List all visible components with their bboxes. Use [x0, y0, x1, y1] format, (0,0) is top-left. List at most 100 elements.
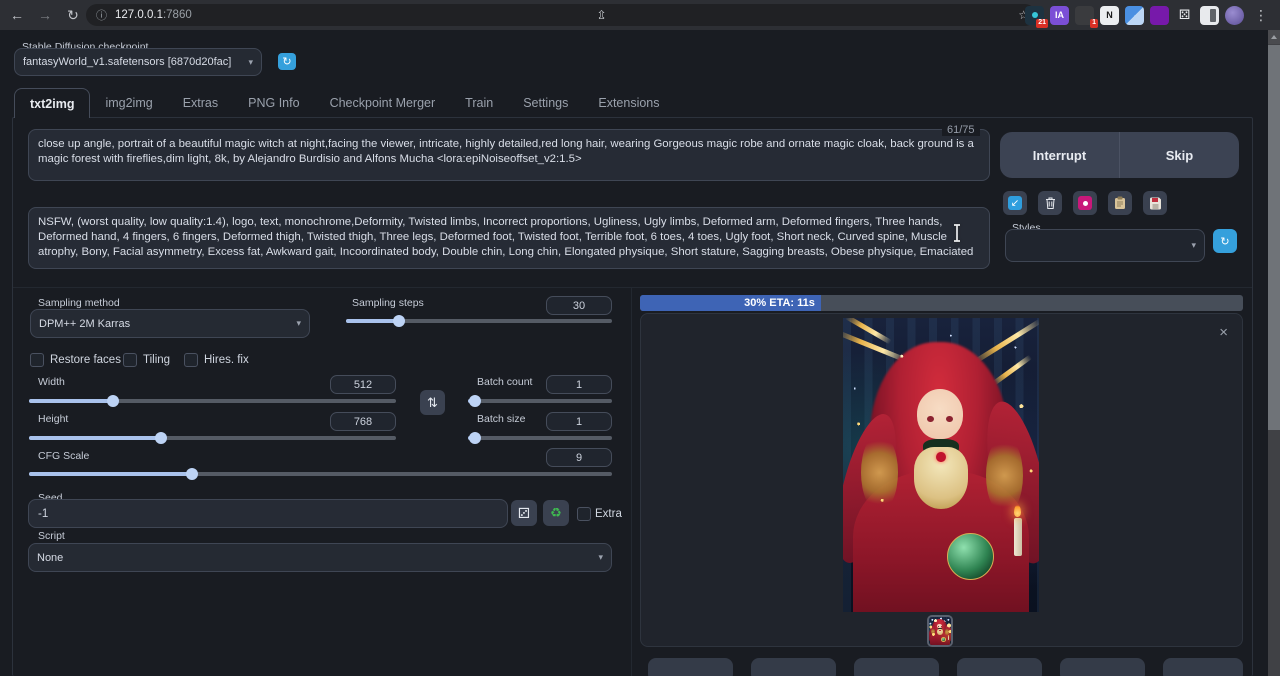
share-icon[interactable]: ⇫	[589, 8, 613, 22]
tab-checkpoint-merger[interactable]: Checkpoint Merger	[315, 88, 451, 118]
puzzle-extensions-icon[interactable]: ⚄	[1175, 6, 1194, 25]
gallery-action-button[interactable]	[1163, 658, 1243, 676]
chevron-down-icon: ▾	[598, 552, 603, 563]
sampling-steps-input[interactable]	[546, 296, 612, 315]
styles-dropdown[interactable]: ▾	[1005, 229, 1205, 262]
random-seed-button[interactable]: ⚂	[511, 500, 537, 526]
progress-fill: 30% ETA: 11s	[640, 295, 821, 311]
checkbox-restore-faces[interactable]	[30, 353, 44, 367]
batch-size-input[interactable]	[546, 412, 612, 431]
tab-extras[interactable]: Extras	[168, 88, 233, 118]
batch-count-input[interactable]	[546, 375, 612, 394]
paste-arrow-icon: ↙	[1008, 196, 1022, 210]
site-info-icon[interactable]: ⓘ	[96, 7, 107, 23]
tab-png-info[interactable]: PNG Info	[233, 88, 314, 118]
gallery-action-button[interactable]	[854, 658, 939, 676]
gallery-action-button[interactable]	[957, 658, 1042, 676]
extension-icon-pin[interactable]: 21	[1025, 6, 1044, 25]
gallery-action-button[interactable]	[648, 658, 733, 676]
batch-size-slider[interactable]	[468, 432, 612, 444]
paste-params-button[interactable]: ↙	[1003, 191, 1027, 215]
checkbox-tiling[interactable]	[123, 353, 137, 367]
styles-refresh-button[interactable]: ↻	[1213, 229, 1237, 253]
save-style-button[interactable]	[1143, 191, 1167, 215]
checkbox-extra-seed[interactable]	[577, 507, 591, 521]
tab-extensions[interactable]: Extensions	[583, 88, 674, 118]
side-panel-icon[interactable]	[1200, 6, 1219, 25]
clear-prompt-button[interactable]	[1038, 191, 1062, 215]
extension-icon-notion[interactable]: N	[1100, 6, 1119, 25]
restore-faces-label: Restore faces	[50, 354, 121, 366]
tab-bar: txt2img img2img Extras PNG Info Checkpoi…	[14, 88, 675, 118]
browser-toolbar: ← → ↻ ⓘ 127.0.0.1:7860 ⇫ ☆ 21 IA 1 N ⚄ ⋮	[0, 0, 1280, 30]
swap-dimensions-button[interactable]: ⇅	[420, 390, 445, 415]
width-slider[interactable]	[29, 395, 396, 407]
clipboard-icon	[1114, 196, 1126, 210]
extension-row: 21 IA 1 N ⚄ ⋮	[1025, 3, 1272, 27]
row-divider	[13, 287, 1252, 288]
gallery-action-button[interactable]	[1060, 658, 1145, 676]
text-cursor	[951, 223, 963, 243]
extra-networks-card-icon	[1078, 196, 1092, 210]
prompt-input[interactable]: close up angle, portrait of a beautiful …	[28, 129, 990, 181]
progress-label: 30% ETA: 11s	[744, 297, 815, 309]
sampling-steps-label: Sampling steps	[352, 297, 424, 309]
tab-settings[interactable]: Settings	[508, 88, 583, 118]
reuse-seed-button[interactable]: ♻	[543, 500, 569, 526]
cfg-scale-slider[interactable]	[29, 468, 612, 480]
script-label: Script	[38, 530, 65, 542]
extension-icon-ia[interactable]: IA	[1050, 6, 1069, 25]
width-input[interactable]	[330, 375, 396, 394]
tab-img2img[interactable]: img2img	[90, 88, 167, 118]
seed-input[interactable]	[28, 499, 508, 528]
browser-back-button[interactable]: ←	[6, 4, 28, 26]
cfg-scale-label: CFG Scale	[38, 450, 89, 462]
script-dropdown[interactable]: None ▾	[28, 543, 612, 572]
browser-reload-button[interactable]: ↻	[62, 4, 84, 26]
cfg-scale-input[interactable]	[546, 448, 612, 467]
batch-count-slider[interactable]	[468, 395, 612, 407]
interrupt-button[interactable]: Interrupt	[1000, 132, 1120, 178]
skip-button[interactable]: Skip	[1120, 132, 1239, 178]
checkbox-hires-fix[interactable]	[184, 353, 198, 367]
gallery-action-button[interactable]	[751, 658, 836, 676]
height-input[interactable]	[330, 412, 396, 431]
trash-icon	[1044, 196, 1057, 210]
browser-forward-button[interactable]: →	[34, 4, 56, 26]
tiling-label: Tiling	[143, 354, 170, 366]
chevron-down-icon: ▾	[248, 57, 253, 68]
dice-icon: ⚂	[518, 505, 530, 522]
browser-menu-icon[interactable]: ⋮	[1250, 4, 1272, 26]
save-icon	[1149, 197, 1162, 210]
scrollbar-up-arrow[interactable]	[1268, 30, 1280, 44]
extension-icon-blue[interactable]	[1125, 6, 1144, 25]
height-slider[interactable]	[29, 432, 396, 444]
browser-profile-avatar[interactable]	[1225, 6, 1244, 25]
token-counter: 61/75	[942, 124, 980, 136]
thumbnail-image	[929, 617, 951, 645]
batch-size-label: Batch size	[477, 413, 525, 425]
url-text: 127.0.0.1:7860	[115, 9, 192, 21]
scrollbar-thumb[interactable]	[1268, 45, 1280, 430]
extension-icon-onenote[interactable]	[1150, 6, 1169, 25]
swap-icon: ⇅	[427, 395, 438, 411]
sampling-steps-slider[interactable]	[346, 315, 612, 327]
checkpoint-dropdown[interactable]: fantasyWorld_v1.safetensors [6870d20fac]…	[14, 48, 262, 76]
recycle-icon: ♻	[550, 505, 562, 521]
extension-icon-capture[interactable]: 1	[1075, 6, 1094, 25]
tab-txt2img[interactable]: txt2img	[14, 88, 90, 118]
column-divider	[631, 288, 632, 676]
checkpoint-refresh-button[interactable]: ↻	[278, 53, 296, 70]
tab-train[interactable]: Train	[450, 88, 508, 118]
sampling-method-label: Sampling method	[38, 297, 120, 309]
gallery-thumbnail[interactable]	[929, 617, 951, 645]
url-bar[interactable]: ⓘ 127.0.0.1:7860 ⇫ ☆	[86, 4, 1036, 26]
sampling-method-dropdown[interactable]: DPM++ 2M Karras ▾	[30, 309, 310, 338]
negative-prompt-input[interactable]: NSFW, (worst quality, low quality:1.4), …	[28, 207, 990, 269]
close-preview-button[interactable]: ×	[1219, 326, 1228, 340]
screen: ← → ↻ ⓘ 127.0.0.1:7860 ⇫ ☆ 21 IA 1 N ⚄ ⋮…	[0, 0, 1280, 676]
apply-styles-button[interactable]	[1108, 191, 1132, 215]
generated-image[interactable]	[843, 318, 1039, 612]
hires-fix-label: Hires. fix	[204, 354, 249, 366]
extra-networks-button[interactable]	[1073, 191, 1097, 215]
